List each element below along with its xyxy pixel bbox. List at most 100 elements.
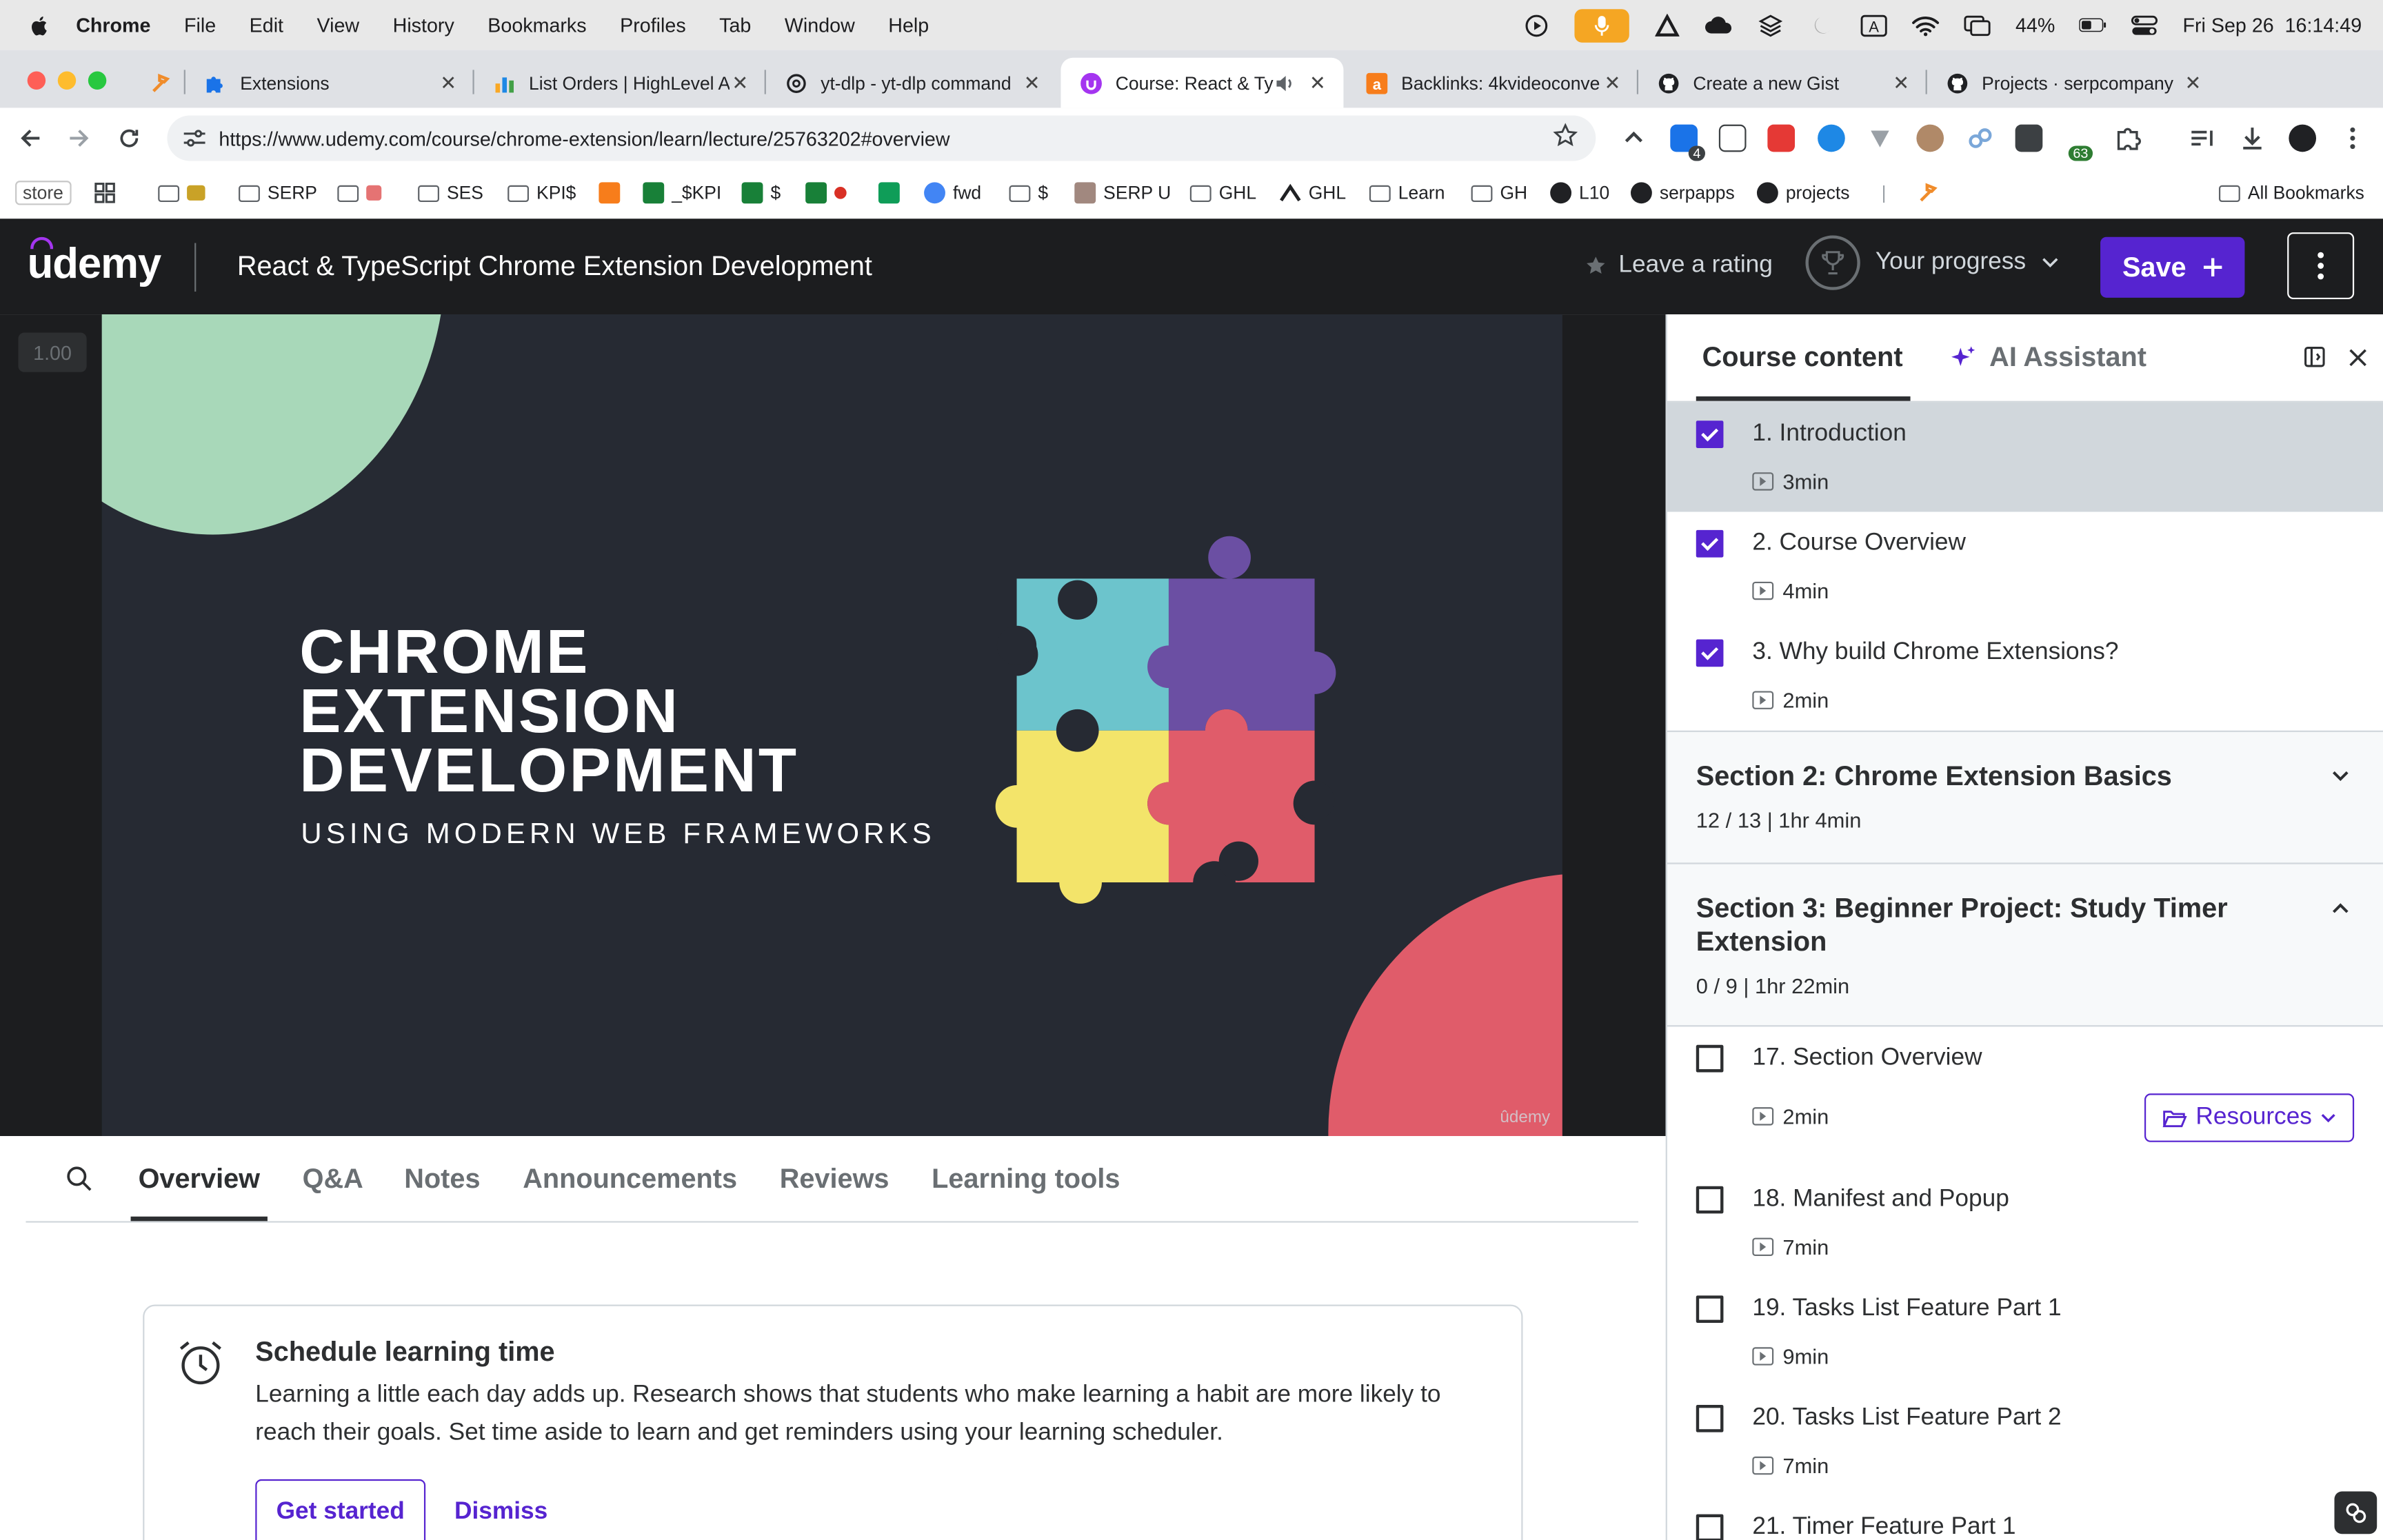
all-bookmarks[interactable]: All Bookmarks xyxy=(2218,179,2364,207)
close-icon[interactable]: ✕ xyxy=(1602,70,1623,94)
tab-overview[interactable]: Overview xyxy=(139,1164,260,1195)
tab-announcements[interactable]: Announcements xyxy=(523,1164,737,1195)
menu-view[interactable]: View xyxy=(317,14,360,37)
lecture-item[interactable]: 19. Tasks List Feature Part 1 9min xyxy=(1667,1277,2383,1387)
bookmark-learn[interactable]: Learn xyxy=(1369,179,1445,207)
play-circle-icon[interactable] xyxy=(1523,12,1551,39)
lecture-item[interactable]: 20. Tasks List Feature Part 2 7min xyxy=(1667,1387,2383,1497)
video-slide[interactable]: CHROME EXTENSION DEVELOPMENT USING MODER… xyxy=(101,314,1562,1136)
dismiss-button[interactable]: Dismiss xyxy=(454,1499,547,1527)
forward-arrow-icon[interactable] xyxy=(61,120,97,156)
wifi-icon[interactable] xyxy=(1912,12,1940,39)
bookmark-projects[interactable]: projects xyxy=(1756,179,1849,207)
qr-extension-icon[interactable] xyxy=(1718,124,1747,152)
lecture-checkbox[interactable] xyxy=(1696,639,1724,667)
resources-button[interactable]: Resources xyxy=(2144,1093,2355,1142)
bookmark-serpapps[interactable]: serpapps xyxy=(1630,179,1735,207)
tab-pinned[interactable] xyxy=(131,58,185,108)
chevron-up-icon[interactable] xyxy=(2330,898,2351,919)
collapse-extensions-icon[interactable] xyxy=(1620,125,1648,152)
close-icon[interactable]: ✕ xyxy=(1307,70,1329,94)
v-extension-icon[interactable] xyxy=(1867,125,1894,152)
bookmark-store[interactable]: store xyxy=(15,179,71,207)
lecture-checkbox[interactable] xyxy=(1696,1044,1724,1073)
bookmark-ghl-folder[interactable]: GHL xyxy=(1189,179,1256,207)
bookmark-fwd[interactable]: fwd xyxy=(924,179,981,207)
lecture-checkbox[interactable] xyxy=(1696,1186,1724,1214)
lecture-item[interactable]: 18. Manifest and Popup 7min xyxy=(1667,1168,2383,1277)
tab-course-content[interactable]: Course content xyxy=(1702,342,1903,374)
menu-app-chrome[interactable]: Chrome xyxy=(76,14,150,37)
blue-circle-extension-icon[interactable] xyxy=(1818,124,1845,152)
screen-mirroring-icon[interactable] xyxy=(1964,12,1991,39)
c-extension-icon[interactable] xyxy=(2015,124,2043,152)
course-title[interactable]: React & TypeScript Chrome Extension Deve… xyxy=(237,251,872,283)
chevron-down-icon[interactable] xyxy=(2330,765,2351,787)
bookmark-ses[interactable]: SES xyxy=(418,179,483,207)
lecture-item[interactable]: 2. Course Overview 4min xyxy=(1667,511,2383,621)
bookmark-sheet-flag[interactable] xyxy=(805,179,847,207)
bookmark-ahrefs[interactable] xyxy=(599,179,621,207)
bookmark-folder-rocket[interactable] xyxy=(337,179,382,207)
section-header-expanded[interactable]: Section 3: Beginner Project: Study Timer… xyxy=(1667,862,2383,1027)
expand-panel-icon[interactable] xyxy=(2302,345,2326,369)
tab-extensions[interactable]: Extensions ✕ xyxy=(185,58,474,108)
close-icon[interactable] xyxy=(2345,345,2369,369)
lecture-item[interactable]: 3. Why build Chrome Extensions? 2min xyxy=(1667,621,2383,731)
save-button[interactable]: Save xyxy=(2100,236,2245,298)
battery-icon[interactable] xyxy=(2079,12,2107,39)
control-center-icon[interactable] xyxy=(2131,12,2159,39)
lecture-item-current[interactable]: 1. Introduction 3min xyxy=(1667,402,2383,512)
clock[interactable]: Fri Sep 26 16:14:49 xyxy=(2183,14,2362,37)
close-icon[interactable]: ✕ xyxy=(1021,70,1043,94)
tab-ai-assistant[interactable]: AI Assistant xyxy=(1950,342,2146,374)
cloud-app-icon[interactable] xyxy=(1705,12,1733,39)
keyboard-input-icon[interactable]: A xyxy=(1860,12,1888,39)
layers-icon[interactable] xyxy=(1757,12,1784,39)
bookmark-kpi[interactable]: KPI$ xyxy=(507,179,576,207)
tab-yt-dlp[interactable]: yt-dlp - yt-dlp command ✕ xyxy=(766,58,1058,108)
section-header[interactable]: Section 2: Chrome Extension Basics 12 / … xyxy=(1667,730,2383,864)
profile-avatar[interactable] xyxy=(2289,124,2317,152)
floating-action-icon[interactable] xyxy=(2334,1491,2377,1534)
bookmark-ghl[interactable]: GHL xyxy=(1280,179,1346,207)
face-extension-icon[interactable] xyxy=(1916,124,1944,152)
link-extension-icon[interactable] xyxy=(1967,125,1994,152)
extension-badge-icon[interactable]: 4 xyxy=(1670,124,1705,161)
search-icon[interactable] xyxy=(66,1165,93,1200)
back-arrow-icon[interactable] xyxy=(12,120,49,156)
lecture-checkbox[interactable] xyxy=(1696,1514,1724,1540)
bookmark-s-app[interactable] xyxy=(878,179,900,207)
minimize-window-button[interactable] xyxy=(57,71,77,90)
kebab-menu-icon[interactable] xyxy=(2339,125,2366,152)
maximize-window-button[interactable] xyxy=(88,71,107,90)
lecture-checkbox[interactable] xyxy=(1696,529,1724,558)
close-icon[interactable]: ✕ xyxy=(2182,70,2204,94)
lecture-checkbox[interactable] xyxy=(1696,1295,1724,1323)
more-options-button[interactable] xyxy=(2287,232,2355,300)
bookmark-kpi-sheet[interactable]: _$KPI xyxy=(643,179,721,207)
triangle-app-icon[interactable] xyxy=(1653,12,1681,39)
tab-learning-tools[interactable]: Learning tools xyxy=(932,1164,1120,1195)
microphone-icon[interactable] xyxy=(1574,8,1630,42)
apple-logo-icon[interactable] xyxy=(28,13,52,37)
bookmark-hammer[interactable] xyxy=(1918,179,1940,207)
tab-reviews[interactable]: Reviews xyxy=(780,1164,889,1195)
bookmark-dollar-folder[interactable]: $ xyxy=(1009,179,1048,207)
leave-rating-button[interactable]: Leave a rating xyxy=(1585,252,1773,280)
lecture-checkbox[interactable] xyxy=(1696,1404,1724,1432)
tab-backlinks[interactable]: a Backlinks: 4kvideoconve ✕ xyxy=(1347,58,1639,108)
bookmark-serp-u[interactable]: SERP U xyxy=(1074,179,1171,207)
menu-help[interactable]: Help xyxy=(888,14,929,37)
menu-window[interactable]: Window xyxy=(785,14,855,37)
bookmark-serp[interactable]: SERP xyxy=(239,179,317,207)
url-text[interactable]: https://www.udemy.com/course/chrome-exte… xyxy=(219,127,1553,150)
close-icon[interactable]: ✕ xyxy=(1891,70,1912,94)
extensions-puzzle-icon[interactable] xyxy=(2115,125,2143,152)
apps-grid-icon[interactable] xyxy=(94,179,116,207)
speaker-icon[interactable] xyxy=(1274,72,1295,94)
video-player[interactable]: 1.00 CHROME EXTENSION DEVELOPMENT USING … xyxy=(0,314,1666,1136)
moon-icon[interactable] xyxy=(1809,12,1836,39)
menu-tab[interactable]: Tab xyxy=(719,14,751,37)
tab-notes[interactable]: Notes xyxy=(404,1164,480,1195)
